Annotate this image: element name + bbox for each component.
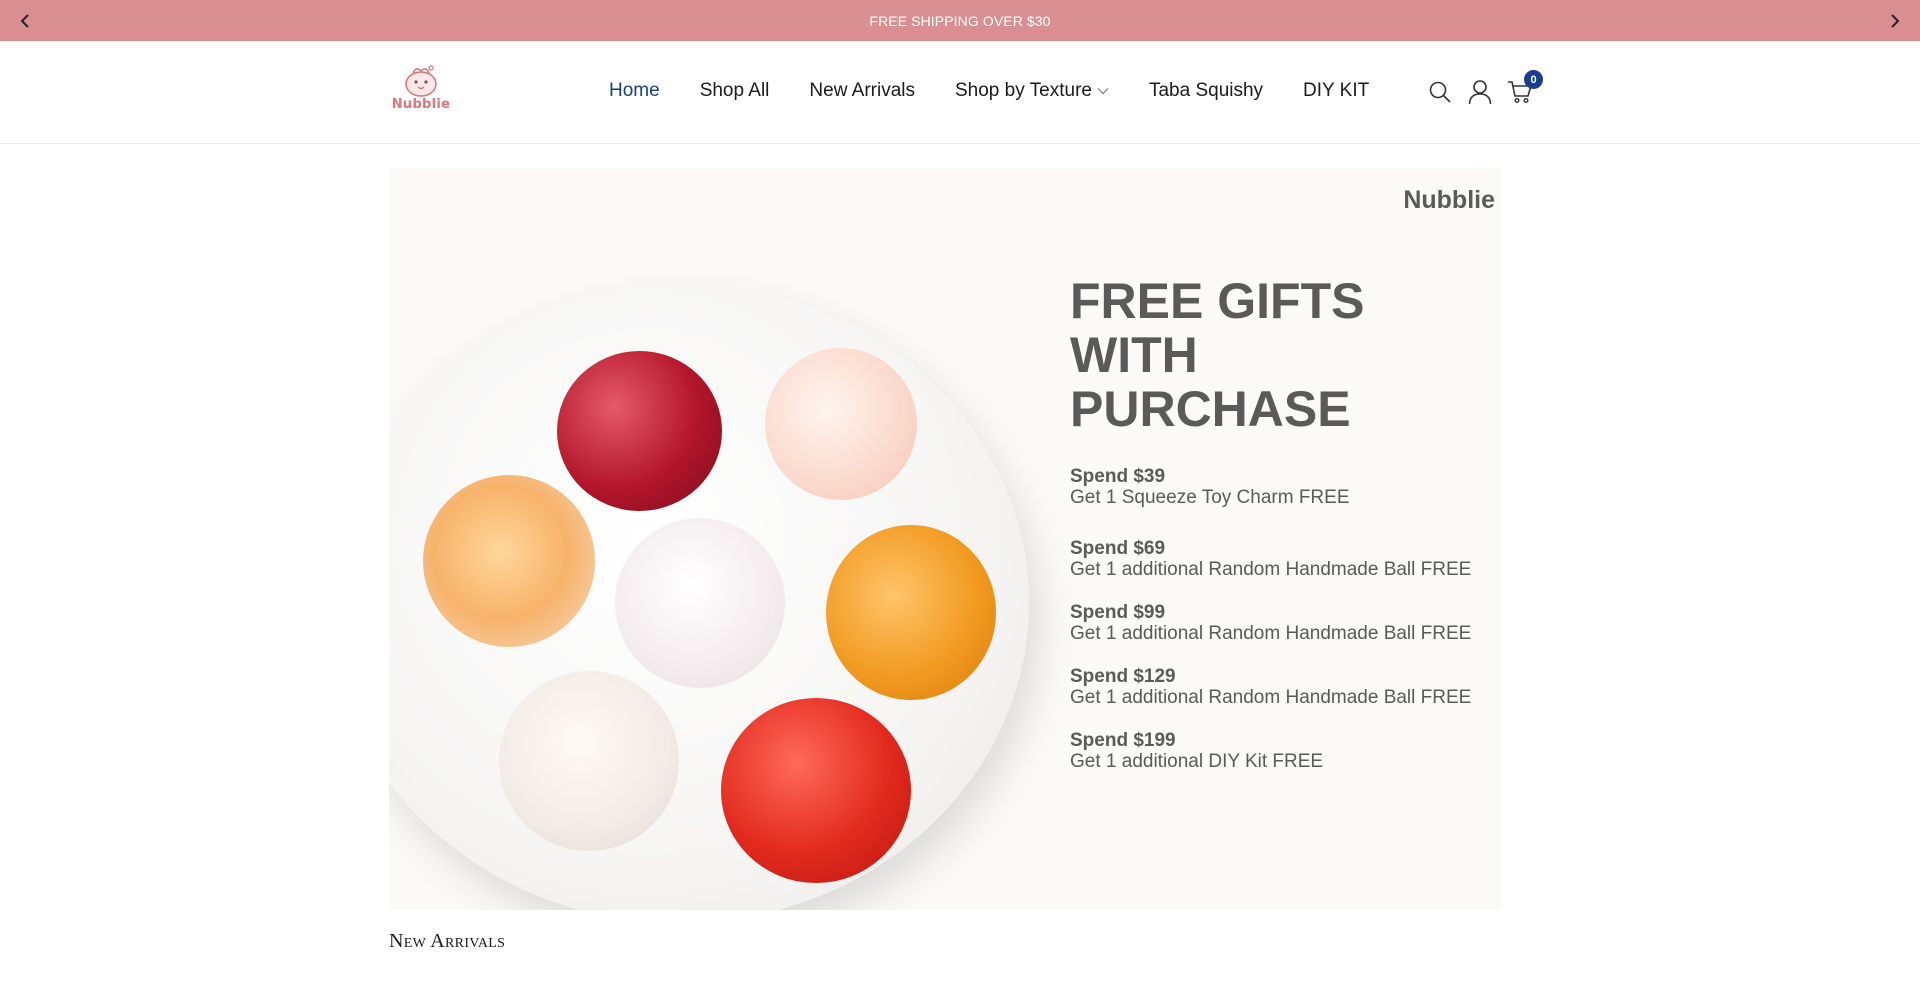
gift-tier: Spend $99 Get 1 additional Random Handma…: [1070, 602, 1490, 645]
tier-spend: Spend $39: [1070, 466, 1166, 487]
button-ball-image: [499, 671, 679, 851]
tier-spend: Spend $129: [1070, 666, 1176, 687]
tier-reward: Get 1 Squeeze Toy Charm FREE: [1070, 487, 1350, 508]
nav-item-shop-by-texture[interactable]: Shop by Texture: [955, 80, 1109, 102]
tier-reward: Get 1 additional Random Handmade Ball FR…: [1070, 623, 1472, 644]
amber-bead-ball-image: [826, 525, 996, 700]
hero-brand-logo: Nubblie: [1403, 186, 1495, 214]
gift-tier: Spend $39 Get 1 Squeeze Toy Charm FREE: [1070, 466, 1490, 509]
hero-title: FREE GIFTS WITH PURCHASE: [1070, 274, 1450, 436]
hero-title-line: PURCHASE: [1070, 381, 1351, 437]
hero-banner[interactable]: Nubblie FREE GIFTS WITH PURCHASE Spend $…: [389, 168, 1501, 910]
site-header: Nubblie Home Shop All New Arrivals Shop …: [0, 41, 1920, 144]
gift-tier: Spend $129 Get 1 additional Random Handm…: [1070, 666, 1490, 709]
hero-title-line: WITH: [1070, 327, 1198, 383]
tier-reward: Get 1 additional Random Handmade Ball FR…: [1070, 559, 1472, 580]
cart-count-badge: 0: [1524, 70, 1543, 89]
nav-item-shop-all[interactable]: Shop All: [700, 80, 770, 102]
red-speckle-ball-image: [721, 698, 911, 883]
account-button[interactable]: [1465, 77, 1495, 107]
nav-item-diy-kit[interactable]: DIY KIT: [1303, 80, 1369, 102]
nav-item-new-arrivals[interactable]: New Arrivals: [809, 80, 915, 102]
announcement-bar: FREE SHIPPING OVER $30: [0, 0, 1920, 41]
chevron-left-icon: [20, 14, 29, 28]
gift-tier-list: Spend $39 Get 1 Squeeze Toy Charm FREE S…: [1070, 466, 1490, 794]
red-ball-image: [557, 351, 722, 511]
search-icon: [1429, 81, 1451, 103]
tier-spend: Spend $199: [1070, 730, 1176, 751]
nav-item-home[interactable]: Home: [609, 80, 660, 102]
orange-fruit-ball-image: [423, 475, 595, 647]
new-arrivals-section-title: New Arrivals: [389, 930, 506, 952]
logo-mascot-icon: [405, 65, 437, 97]
peach-ball-image: [765, 348, 917, 500]
announcement-text: FREE SHIPPING OVER $30: [869, 12, 1051, 29]
tier-spend: Spend $69: [1070, 538, 1166, 559]
gift-tier: Spend $199 Get 1 additional DIY Kit FREE: [1070, 730, 1490, 773]
announcement-prev-button[interactable]: [12, 8, 38, 34]
chevron-down-icon: [1097, 87, 1109, 95]
nav-item-taba-squishy[interactable]: Taba Squishy: [1149, 80, 1263, 102]
site-logo[interactable]: Nubblie: [385, 63, 457, 121]
announcement-next-button[interactable]: [1882, 8, 1908, 34]
gift-tier: Spend $69 Get 1 additional Random Handma…: [1070, 538, 1490, 581]
search-button[interactable]: [1425, 77, 1455, 107]
sprinkle-ball-image: [615, 518, 785, 688]
tier-spend: Spend $99: [1070, 602, 1166, 623]
chevron-right-icon: [1891, 14, 1900, 28]
account-icon: [1468, 80, 1492, 105]
cart-button[interactable]: 0: [1505, 70, 1543, 107]
hero-title-line: FREE GIFTS: [1070, 273, 1365, 329]
logo-wordmark: Nubblie: [391, 97, 451, 112]
tier-reward: Get 1 additional Random Handmade Ball FR…: [1070, 687, 1472, 708]
main-navigation: Home Shop All New Arrivals Shop by Textu…: [609, 41, 1409, 141]
header-icons: 0: [1425, 70, 1545, 107]
tier-reward: Get 1 additional DIY Kit FREE: [1070, 751, 1324, 772]
